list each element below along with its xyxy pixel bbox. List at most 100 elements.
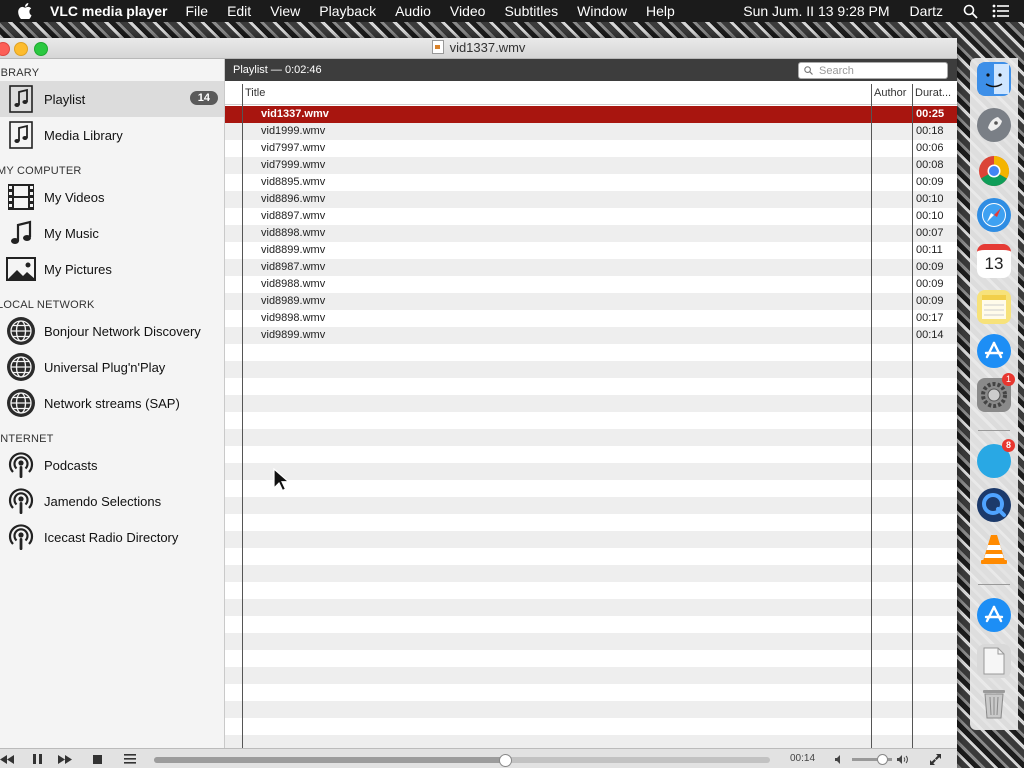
- menu-audio[interactable]: Audio: [395, 3, 431, 19]
- menu-subtitles[interactable]: Subtitles: [504, 3, 558, 19]
- menubar-user[interactable]: Dartz: [910, 3, 943, 19]
- table-row-current[interactable]: vid1337.wmv 00:25: [225, 106, 957, 123]
- menu-edit[interactable]: Edit: [227, 3, 251, 19]
- table-row[interactable]: vid8987.wmv 00:09: [225, 259, 957, 276]
- fast-forward-button[interactable]: [54, 752, 76, 766]
- row-title: vid9899.wmv: [261, 329, 326, 341]
- spotlight-search-icon[interactable]: [963, 4, 978, 19]
- sidebar-item-media-library[interactable]: Media Library: [0, 117, 224, 153]
- menu-video[interactable]: Video: [450, 3, 486, 19]
- trash-icon[interactable]: [977, 686, 1011, 720]
- row-title: vid1999.wmv: [261, 125, 326, 137]
- sidebar-item-label: My Videos: [44, 189, 105, 205]
- sidebar-item-my-videos[interactable]: My Videos: [0, 179, 224, 215]
- playback-controls: 00:14: [0, 748, 957, 768]
- vlc-icon[interactable]: [977, 532, 1011, 566]
- column-author-header[interactable]: Author: [874, 87, 906, 99]
- volume-handle[interactable]: [877, 754, 888, 765]
- empty-playlist-area[interactable]: [225, 361, 957, 749]
- launchpad-icon[interactable]: [977, 108, 1011, 142]
- sidebar-item-podcasts[interactable]: Podcasts: [0, 447, 224, 483]
- column-title-header[interactable]: Title: [245, 87, 265, 99]
- elapsed-time[interactable]: 00:14: [790, 753, 815, 764]
- sidebar-item-sap-streams[interactable]: Network streams (SAP): [0, 385, 224, 421]
- playlist-pane: Playlist — 0:02:46 Title Author Durat...…: [225, 59, 957, 749]
- volume-max-icon[interactable]: [896, 752, 910, 766]
- table-row[interactable]: vid7997.wmv 00:06: [225, 140, 957, 157]
- app-name-menu[interactable]: VLC media player: [50, 3, 168, 19]
- playlist-toggle-button[interactable]: [119, 752, 141, 766]
- sidebar-item-upnp[interactable]: Universal Plug'n'Play: [0, 349, 224, 385]
- section-my-computer: MY COMPUTER: [0, 165, 82, 177]
- menu-window[interactable]: Window: [577, 3, 627, 19]
- sidebar-item-bonjour[interactable]: Bonjour Network Discovery: [0, 313, 224, 349]
- stop-button[interactable]: [86, 752, 108, 766]
- calendar-icon[interactable]: 13: [977, 244, 1011, 278]
- column-duration-header[interactable]: Durat...: [915, 87, 951, 99]
- minimize-window-button[interactable]: [14, 42, 28, 56]
- app-store-icon[interactable]: [977, 598, 1011, 632]
- notification-center-icon[interactable]: [992, 4, 1010, 18]
- sidebar-item-label: Icecast Radio Directory: [44, 529, 179, 545]
- menu-view[interactable]: View: [270, 3, 300, 19]
- column-divider[interactable]: [871, 84, 872, 748]
- app-store-icon[interactable]: [977, 334, 1011, 368]
- apple-menu-icon[interactable]: [18, 3, 36, 19]
- table-row[interactable]: vid8989.wmv 00:09: [225, 293, 957, 310]
- globe-icon: [5, 315, 37, 347]
- fullscreen-button[interactable]: [924, 752, 946, 766]
- seek-bar[interactable]: [154, 754, 770, 767]
- column-header-row: Title Author Durat...: [225, 84, 957, 105]
- table-row[interactable]: vid1999.wmv 00:18: [225, 123, 957, 140]
- sidebar-item-label: Network streams (SAP): [44, 395, 180, 411]
- notes-icon[interactable]: [977, 290, 1011, 324]
- menu-help[interactable]: Help: [646, 3, 675, 19]
- sidebar-item-icecast[interactable]: Icecast Radio Directory: [0, 519, 224, 555]
- sidebar-item-jamendo[interactable]: Jamendo Selections: [0, 483, 224, 519]
- pause-button[interactable]: [26, 752, 48, 766]
- table-row[interactable]: vid8899.wmv 00:11: [225, 242, 957, 259]
- menu-playback[interactable]: Playback: [319, 3, 376, 19]
- menubar-clock[interactable]: Sun Jum. II 13 9:28 PM: [743, 3, 889, 19]
- row-duration: 00:09: [916, 278, 944, 290]
- section-internet: INTERNET: [0, 433, 54, 445]
- table-row[interactable]: vid8896.wmv 00:10: [225, 191, 957, 208]
- table-row[interactable]: vid8895.wmv 00:09: [225, 174, 957, 191]
- seek-handle[interactable]: [499, 754, 513, 767]
- zoom-window-button[interactable]: [34, 42, 48, 56]
- finder-icon[interactable]: [977, 62, 1011, 96]
- table-row[interactable]: vid8898.wmv 00:07: [225, 225, 957, 242]
- row-duration: 00:17: [916, 312, 944, 324]
- menu-bar: VLC media player File Edit View Playback…: [0, 0, 1024, 22]
- search-field[interactable]: [798, 62, 948, 79]
- volume-mute-icon[interactable]: [832, 752, 846, 766]
- mk-app-icon[interactable]: 8: [977, 439, 1015, 478]
- table-row[interactable]: vid8988.wmv 00:09: [225, 276, 957, 293]
- close-window-button[interactable]: [0, 42, 10, 56]
- safari-icon[interactable]: [977, 198, 1011, 232]
- playlist-count-badge: 14: [189, 91, 218, 105]
- table-row[interactable]: vid9898.wmv 00:17: [225, 310, 957, 327]
- sidebar-item-playlist[interactable]: Playlist 14: [0, 81, 224, 117]
- search-input[interactable]: [819, 64, 937, 77]
- table-row[interactable]: vid7999.wmv 00:08: [225, 157, 957, 174]
- sidebar-item-my-music[interactable]: My Music: [0, 215, 224, 251]
- sidebar-item-my-pictures[interactable]: My Pictures: [0, 251, 224, 287]
- volume-slider[interactable]: [852, 754, 892, 765]
- row-title: vid1337.wmv: [261, 108, 329, 120]
- sidebar-item-label: Media Library: [44, 127, 123, 143]
- system-preferences-icon[interactable]: 1: [977, 373, 1015, 412]
- menu-file[interactable]: File: [186, 3, 209, 19]
- window-titlebar[interactable]: vid1337.wmv: [0, 38, 957, 59]
- quicktime-icon[interactable]: [977, 488, 1011, 522]
- calendar-day: 13: [984, 254, 1004, 273]
- table-row[interactable]: vid8897.wmv 00:10: [225, 208, 957, 225]
- window-title: vid1337.wmv: [449, 40, 526, 55]
- rewind-button[interactable]: [0, 752, 18, 766]
- table-row[interactable]: vid9899.wmv 00:14: [225, 327, 957, 344]
- music-note-icon: [5, 83, 37, 115]
- chrome-icon[interactable]: [977, 154, 1011, 188]
- sidebar-item-label: My Music: [44, 225, 99, 241]
- column-divider[interactable]: [912, 84, 913, 748]
- documents-icon[interactable]: [977, 644, 1011, 678]
